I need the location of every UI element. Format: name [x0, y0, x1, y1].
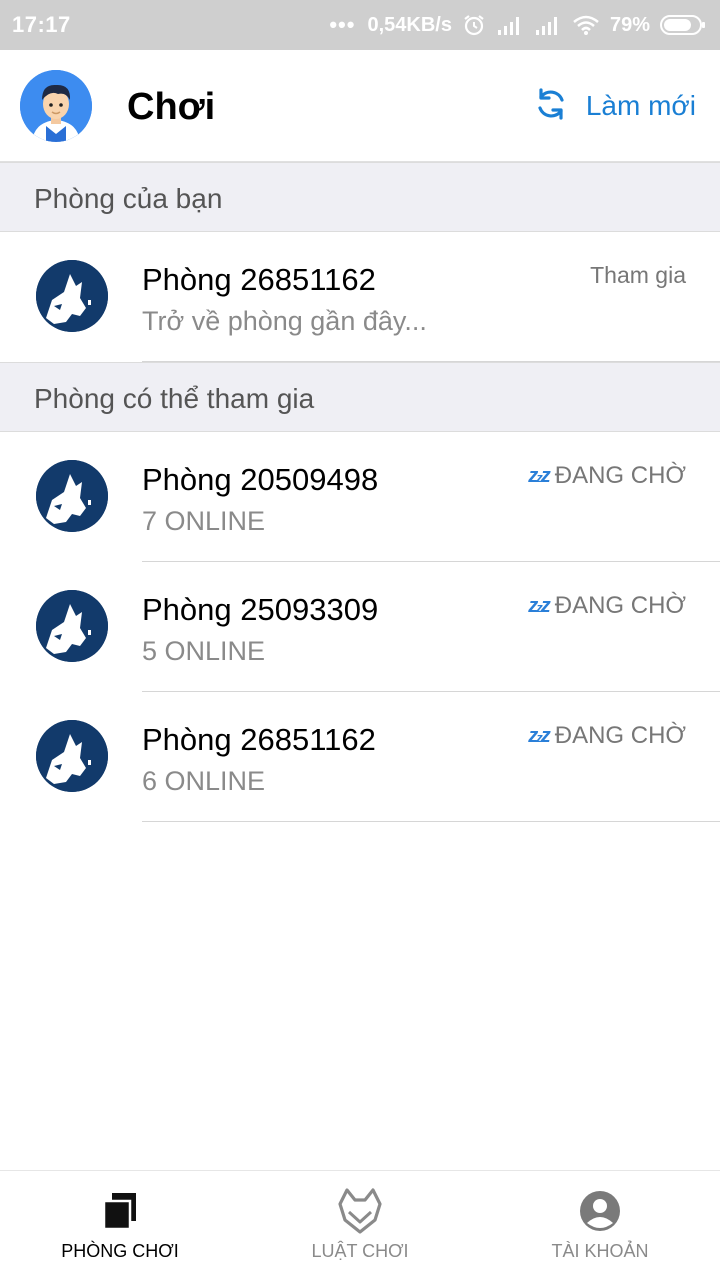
room-status: zzz ĐANG CHỜ: [528, 592, 686, 620]
room-online-count: 5 ONLINE: [142, 636, 266, 666]
user-avatar-icon[interactable]: [20, 70, 92, 142]
room-online-count: 7 ONLINE: [142, 506, 266, 536]
account-icon: [578, 1189, 622, 1233]
sleep-icon: zzz: [528, 724, 550, 747]
section-label: Phòng có thể tham gia: [34, 383, 315, 414]
section-header-your-room: Phòng của bạn: [0, 162, 720, 232]
bottom-nav: PHÒNG CHƠI LUẬT CHƠI TÀI KHOẢN: [0, 1170, 720, 1280]
join-button[interactable]: Tham gia: [590, 262, 686, 289]
nav-label: LUẬT CHƠI: [311, 1241, 409, 1261]
room-name: Phòng 26851162: [142, 722, 376, 757]
your-room-row[interactable]: Phòng 26851162 Trở về phòng gần đây... T…: [0, 232, 720, 362]
alarm-icon: [462, 13, 486, 37]
battery-percent: 79%: [609, 13, 650, 36]
wolf-room-icon: [36, 720, 108, 792]
status-bar: 17:17 ••• 0,54KB/s 79%: [0, 0, 720, 50]
room-row[interactable]: Phòng 20509498 7 ONLINE zzz ĐANG CHỜ: [0, 432, 720, 562]
signal-icon-2: [534, 14, 562, 36]
signal-icon: [496, 14, 524, 36]
page-title: Chơi: [127, 86, 216, 128]
room-row[interactable]: Phòng 25093309 5 ONLINE zzz ĐANG CHỜ: [0, 562, 720, 692]
wolf-room-icon: [36, 260, 108, 332]
sleep-icon: zzz: [528, 594, 550, 617]
wifi-icon: [572, 14, 600, 36]
room-status: zzz ĐANG CHỜ: [528, 722, 686, 750]
nav-tab-rooms[interactable]: PHÒNG CHƠI: [0, 1171, 240, 1280]
status-time: 17:17: [12, 12, 71, 37]
refresh-icon: [534, 87, 568, 126]
room-status-label: ĐANG CHỜ: [554, 722, 686, 749]
sleep-icon: zzz: [528, 464, 550, 487]
nav-tab-rules[interactable]: LUẬT CHƠI: [240, 1171, 480, 1280]
battery-icon: [660, 14, 706, 36]
room-online-count: 6 ONLINE: [142, 766, 266, 796]
room-status-label: ĐANG CHỜ: [554, 592, 686, 619]
wolf-room-icon: [36, 460, 108, 532]
refresh-label: Làm mới: [585, 90, 696, 121]
room-status: zzz ĐANG CHỜ: [528, 462, 686, 490]
section-label: Phòng của bạn: [34, 183, 223, 214]
nav-tab-account[interactable]: TÀI KHOẢN: [480, 1171, 720, 1280]
nav-label: PHÒNG CHƠI: [61, 1241, 179, 1261]
nav-label: TÀI KHOẢN: [551, 1241, 649, 1261]
room-name: Phòng 25093309: [142, 592, 379, 627]
room-name: Phòng 20509498: [142, 462, 379, 497]
network-speed: 0,54KB/s: [367, 13, 452, 36]
room-subtitle: Trở về phòng gần đây...: [142, 306, 427, 336]
rooms-icon: [98, 1189, 142, 1233]
status-indicators: ••• 0,54KB/s 79%: [329, 10, 706, 40]
room-row[interactable]: Phòng 26851162 6 ONLINE zzz ĐANG CHỜ: [0, 692, 720, 822]
notification-dots: •••: [329, 12, 356, 37]
wolf-icon: [338, 1188, 382, 1234]
wolf-room-icon: [36, 590, 108, 662]
app-header: Chơi Làm mới: [0, 50, 720, 162]
section-header-joinable-rooms: Phòng có thể tham gia: [0, 362, 720, 432]
refresh-button[interactable]: Làm mới: [534, 84, 696, 128]
row-divider: [142, 821, 720, 822]
room-name: Phòng 26851162: [142, 262, 376, 297]
room-status-label: ĐANG CHỜ: [554, 462, 686, 489]
